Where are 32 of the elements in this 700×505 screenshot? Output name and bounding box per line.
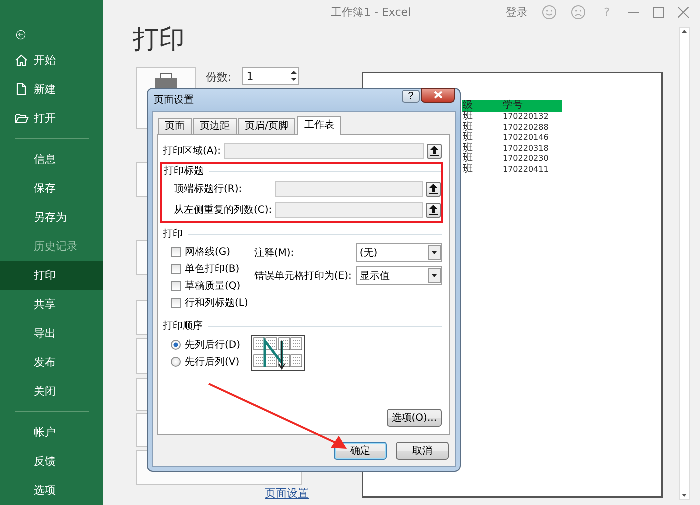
group-label: 打印顺序 [163,320,203,333]
radio-label: 先行后列(V) [185,356,240,368]
checkbox-label: 行和列标题(L) [185,296,248,310]
table-cell: 170220318 [503,144,549,154]
field-label: 打印区域(A): [163,144,222,158]
copies-label: 份数: [206,70,232,85]
window-title: 工作簿1 - Excel [331,4,412,20]
field-label: 注释(M): [254,246,296,260]
table-cell: 170220132 [503,112,549,122]
group-label: 打印 [163,228,183,241]
field-label: 错误单元格打印为(E): [254,270,352,282]
table-header: 学号 [503,100,523,112]
table-cell-text: 班 [462,154,474,164]
table-cell-text: 班 [462,133,474,143]
table-cell-text: 班 [462,144,474,154]
checkbox-label: 单色打印(B) [185,262,240,276]
radio-label: 先列后行(D) [185,338,241,352]
table-cell: 170220288 [503,122,549,133]
table-cell: 170220411 [503,164,549,175]
table-cell-text: 班 [462,164,474,175]
field-label: 从左侧重复的列数(C): [174,204,272,217]
table-header: 级 [462,100,474,111]
dialog-title: 页面设置 [154,94,195,107]
group-label: 打印标题 [164,164,204,178]
table-cell: 170220230 [503,154,549,164]
checkbox-label: 草稿质量(Q) [185,280,241,292]
field-label: 顶端标题行(R): [174,182,244,196]
table-cell: 170220146 [503,133,549,144]
checkbox-label: 网格线(G) [185,246,231,258]
table-cell-text: 班 [462,112,474,122]
page-heading: 打印 [133,26,186,54]
table-cell-text: 班 [462,122,474,132]
